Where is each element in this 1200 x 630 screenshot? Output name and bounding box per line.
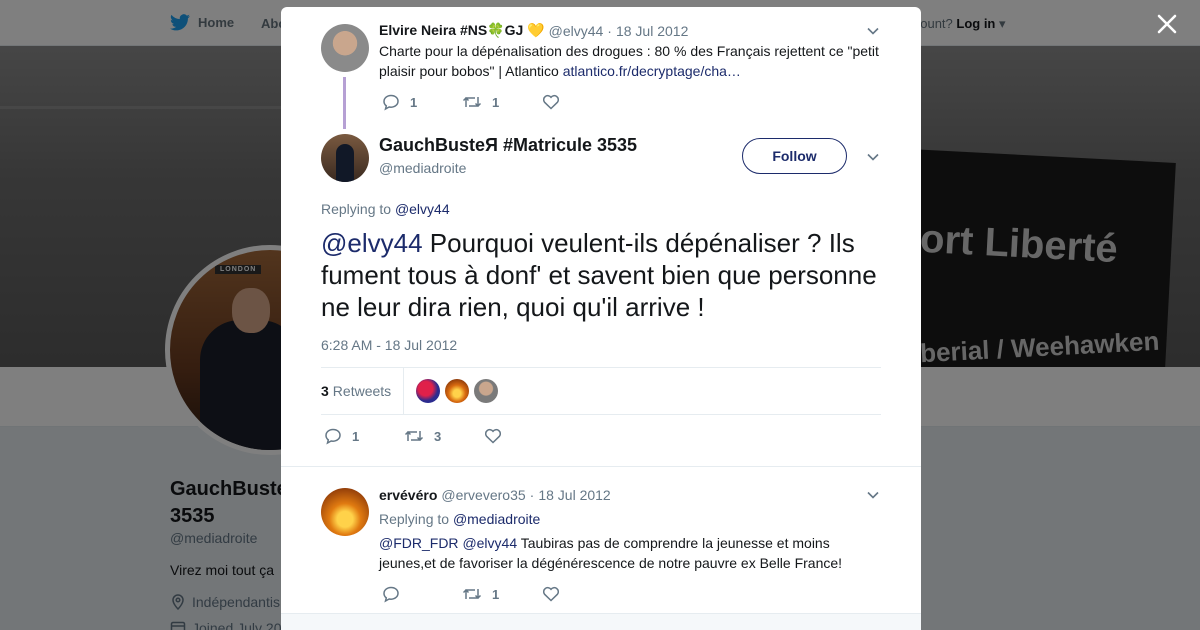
thread-line (343, 77, 346, 129)
tweet-author-name[interactable]: ervévéro (379, 487, 437, 503)
retweet-icon (462, 588, 482, 600)
tweet-author-handle[interactable]: @elvy44 (549, 23, 604, 39)
main-author-name[interactable]: GauchBusteЯ #Matricule 3535 (379, 135, 637, 156)
avatar[interactable] (321, 488, 369, 536)
reply-count: 1 (410, 94, 418, 110)
retweet-stat-count: 3 (321, 383, 329, 399)
retweeter-avatar[interactable] (474, 379, 499, 403)
retweeter-avatar[interactable] (416, 379, 441, 403)
replying-to: Replying to @elvy44 (321, 201, 450, 217)
tweet-header: ervévéro @ervevero35 · 18 Jul 2012 (379, 487, 611, 503)
follow-button[interactable]: Follow (742, 138, 847, 174)
main-tweet-text: @elvy44 Pourquoi veulent-ils dépénaliser… (321, 227, 881, 323)
reply-action[interactable] (382, 585, 462, 603)
heart-icon (542, 586, 560, 602)
reply-icon (383, 586, 399, 603)
tweet-text: Charte pour la dépénalisation des drogue… (379, 41, 889, 81)
reply-separator (281, 466, 921, 476)
tweet-stats: 3 Retweets (321, 367, 881, 415)
heart-icon (484, 428, 502, 444)
retweet-action[interactable]: 3 (404, 428, 484, 444)
retweet-stat[interactable]: 3 Retweets (321, 367, 405, 415)
modal-footer (281, 613, 921, 630)
close-icon[interactable] (1155, 12, 1179, 36)
tweet-author-handle[interactable]: @ervevero35 (441, 487, 525, 503)
retweet-count: 1 (492, 586, 500, 602)
avatar[interactable] (321, 134, 369, 182)
reply-action[interactable]: 1 (382, 93, 462, 111)
replying-handle[interactable]: @elvy44 (395, 201, 450, 217)
tweet-text: @FDR_FDR @elvy44 Taubiras pas de compren… (379, 533, 879, 573)
retweet-action[interactable]: 1 (462, 94, 542, 110)
tweet-modal: Elvire Neira #NS🍀GJ 💛 @elvy44 · 18 Jul 2… (281, 7, 921, 630)
tweet-date[interactable]: 18 Jul 2012 (538, 487, 610, 503)
main-tweet-actions: 1 3 (324, 427, 564, 445)
reply-icon (383, 94, 399, 111)
replying-to: Replying to @mediadroite (379, 511, 540, 527)
like-action[interactable] (542, 94, 622, 110)
reply-action[interactable]: 1 (324, 427, 404, 445)
main-tweet-datetime[interactable]: 6:28 AM - 18 Jul 2012 (321, 337, 457, 353)
tweet-link[interactable]: atlantico.fr/decryptage/cha… (563, 63, 741, 79)
retweet-count: 1 (492, 94, 500, 110)
separator-dot: · (607, 22, 612, 39)
tweet-mention[interactable]: @FDR_FDR (379, 535, 459, 551)
retweeter-avatar[interactable] (445, 379, 470, 403)
reply-icon (325, 428, 341, 445)
retweeter-avatars (404, 379, 499, 403)
tweet-mention[interactable]: @elvy44 (462, 535, 517, 551)
tweet-actions: 1 1 (382, 93, 622, 111)
reply-count: 1 (352, 428, 360, 444)
like-action[interactable] (484, 428, 564, 444)
separator-dot: · (529, 487, 535, 503)
tweet-actions: 1 (382, 585, 622, 603)
replying-handle[interactable]: @mediadroite (453, 511, 540, 527)
retweet-count: 3 (434, 428, 442, 444)
chevron-down-icon[interactable] (866, 24, 880, 38)
tweet-date[interactable]: 18 Jul 2012 (616, 23, 688, 39)
main-mention[interactable]: @elvy44 (321, 228, 423, 258)
replying-label: Replying to (321, 201, 395, 217)
heart-icon (542, 94, 560, 110)
chevron-down-icon[interactable] (866, 150, 880, 164)
retweet-icon (462, 96, 482, 108)
tweet-author-name[interactable]: Elvire Neira #NS🍀GJ 💛 (379, 22, 545, 39)
retweet-icon (404, 430, 424, 442)
like-action[interactable] (542, 586, 622, 602)
main-author-handle[interactable]: @mediadroite (379, 160, 466, 176)
replying-label: Replying to (379, 511, 453, 527)
chevron-down-icon[interactable] (866, 488, 880, 502)
avatar[interactable] (321, 24, 369, 72)
retweet-action[interactable]: 1 (462, 586, 542, 602)
tweet-header: Elvire Neira #NS🍀GJ 💛 @elvy44 · 18 Jul 2… (379, 22, 688, 39)
retweet-stat-label: Retweets (332, 383, 392, 399)
